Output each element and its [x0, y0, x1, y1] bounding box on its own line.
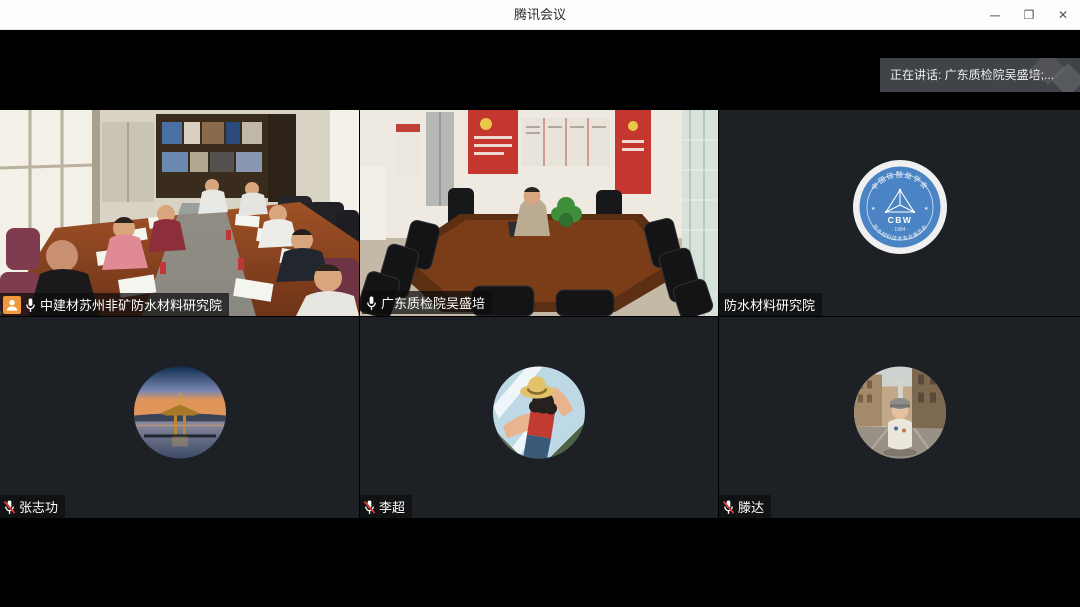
video-tile-participant-5[interactable]: 李超 — [360, 317, 718, 518]
participant-name-label: 中建材苏州非矿防水材料研究院 — [0, 293, 229, 316]
participant-name: 张志功 — [19, 497, 58, 516]
participant-name-label: 滕达 — [719, 495, 771, 518]
pavilion-sunset-avatar — [134, 366, 226, 458]
straw-hat-anime-avatar — [493, 366, 585, 458]
mic-on-icon — [24, 297, 37, 313]
participant-name-label: 广东质检院吴盛培 — [362, 291, 492, 314]
mic-muted-icon — [3, 499, 16, 515]
banner-diamond-decoration — [1034, 60, 1080, 90]
participant-name-label: 李超 — [360, 495, 412, 518]
video-tile-participant-6[interactable]: 滕达 — [719, 317, 1080, 518]
child-street-photo-avatar — [854, 366, 946, 458]
video-grid: 中建材苏州非矿防水材料研究院 — [0, 110, 1080, 518]
window-title: 腾讯会议 — [0, 0, 1080, 30]
participant-name: 滕达 — [738, 497, 764, 516]
active-speaker-text: 正在讲话: 广东质检院吴盛培;... — [890, 68, 1054, 82]
restore-button[interactable]: ❐ — [1012, 0, 1046, 30]
mic-on-icon — [365, 295, 378, 311]
video-tile-participant-3[interactable]: 中国硅酸盐学会 防水材料技术专业委员会 CBW · 1984 · ★★ — [719, 110, 1080, 316]
society-logo-avatar: 中国硅酸盐学会 防水材料技术专业委员会 CBW · 1984 · ★★ — [850, 157, 950, 257]
office-room-video — [360, 110, 718, 316]
participant-name-label: 防水材料研究院 — [719, 293, 822, 316]
video-tile-participant-2[interactable]: 广东质检院吴盛培 — [360, 110, 718, 316]
mic-muted-icon — [363, 499, 376, 515]
conference-room-video — [0, 110, 359, 316]
video-tile-participant-4[interactable]: 张志功 — [0, 317, 359, 518]
minimize-button[interactable]: ─ — [978, 0, 1012, 30]
close-button[interactable]: ✕ — [1046, 0, 1080, 30]
mic-muted-icon — [722, 499, 735, 515]
svg-text:★: ★ — [871, 206, 876, 212]
participant-name: 李超 — [379, 497, 405, 516]
video-tile-participant-1[interactable]: 中建材苏州非矿防水材料研究院 — [0, 110, 359, 316]
host-person-badge-icon — [3, 296, 21, 314]
participant-name: 中建材苏州非矿防水材料研究院 — [40, 295, 222, 314]
logo-center-text: CBW — [887, 215, 912, 225]
window-titlebar: 腾讯会议 ─ ❐ ✕ — [0, 0, 1080, 30]
participant-name: 广东质检院吴盛培 — [381, 293, 485, 312]
active-speaker-banner: 正在讲话: 广东质检院吴盛培;... — [880, 58, 1080, 92]
window-controls: ─ ❐ ✕ — [978, 0, 1080, 30]
participant-name-label: 张志功 — [0, 495, 65, 518]
svg-text:★: ★ — [924, 206, 929, 212]
logo-year-text: · 1984 · — [891, 227, 909, 233]
meeting-stage: 正在讲话: 广东质检院吴盛培;... — [0, 30, 1080, 607]
participant-name: 防水材料研究院 — [724, 295, 815, 314]
